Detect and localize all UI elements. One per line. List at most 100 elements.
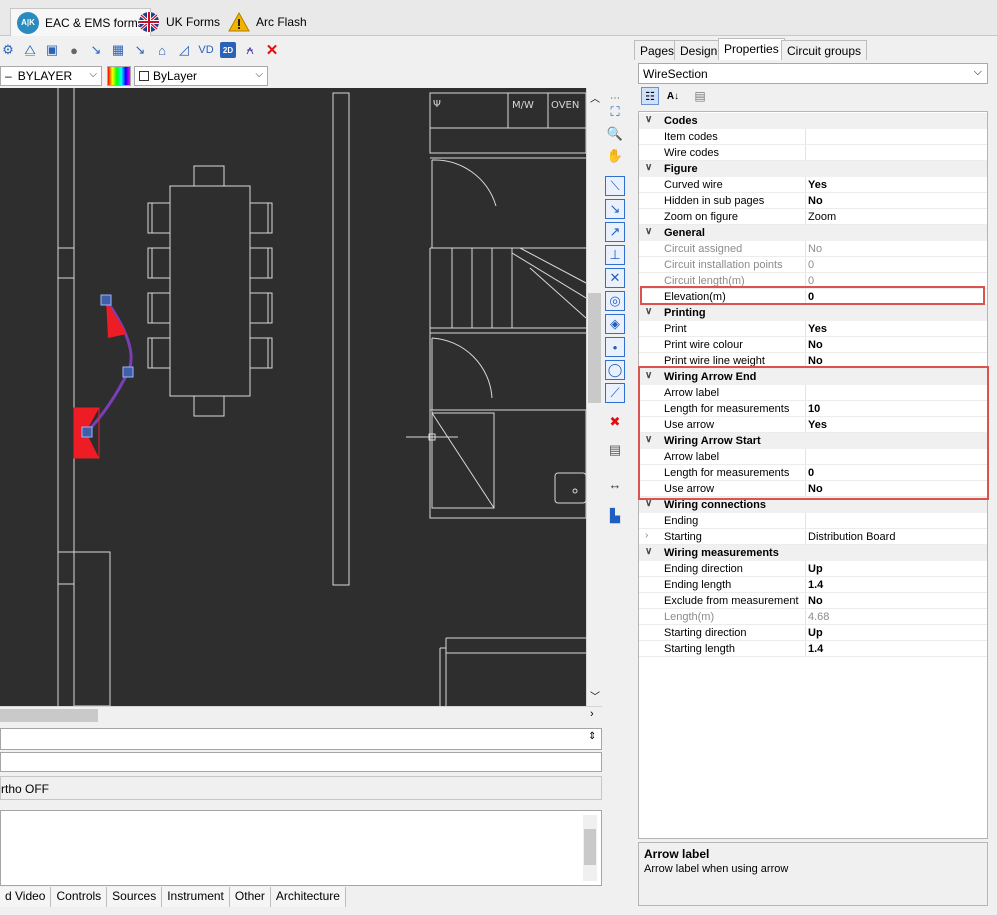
property-value[interactable]: 10 [808,403,820,415]
pan-hand-icon[interactable]: ✋ [605,146,625,166]
chevron-right-icon[interactable]: › [590,708,594,720]
property-category[interactable]: ∨ Printing [639,305,987,321]
ruler-icon[interactable]: ▙ [605,506,625,526]
property-value[interactable]: No [808,339,823,351]
snap-endpoint-icon[interactable]: ⟍ [605,176,625,196]
linetype-dropdown[interactable]: ByLayer ⌵ [134,66,268,86]
palette-scrollbar[interactable] [583,815,597,881]
chevron-down-icon[interactable]: ∨ [645,226,652,237]
property-row[interactable]: Starting direction Up [639,625,987,641]
property-category[interactable]: ∨ Wiring connections [639,497,987,513]
image-icon[interactable]: ▣ [44,42,60,58]
network-icon[interactable]: ⍲ [242,42,258,58]
property-value[interactable]: Up [808,563,823,575]
property-row[interactable]: Use arrow No [639,481,987,497]
chevron-up-icon[interactable]: ︿ [590,90,600,105]
property-category[interactable]: ∨ Figure [639,161,987,177]
property-row[interactable]: Ending [639,513,987,529]
property-row[interactable]: Circuit installation points 0 [639,257,987,273]
zoom-extents-icon[interactable]: ⛶ [605,102,625,122]
palette-tab[interactable]: Sources [107,887,163,907]
clear-snaps-icon[interactable]: ✖ [605,412,625,432]
property-value[interactable]: 0 [808,259,814,271]
snap-tangent-icon[interactable]: ◯ [605,360,625,380]
layer-dropdown[interactable]: – BYLAYER ⌵ [0,66,102,86]
property-row[interactable]: Print wire colour No [639,337,987,353]
pin-icon[interactable]: ↘ [88,42,104,58]
property-row[interactable]: Length for measurements 0 [639,465,987,481]
palette-tab[interactable]: Instrument [162,887,230,907]
snap-intersection-icon[interactable]: ✕ [605,268,625,288]
property-row[interactable]: Length for measurements 10 [639,401,987,417]
property-value[interactable]: 4.68 [808,611,829,623]
property-category[interactable]: ∨ Wiring Arrow End [639,369,987,385]
property-value[interactable]: 0 [808,275,814,287]
property-category[interactable]: ∨ General [639,225,987,241]
delete-icon[interactable]: ✕ [264,42,280,59]
property-value[interactable]: Yes [808,419,827,431]
tree-icon[interactable]: ⧋ [22,42,38,58]
palette-tab[interactable]: Architecture [270,887,346,907]
color-picker-icon[interactable] [107,66,131,86]
chevron-down-icon[interactable]: ∨ [645,306,652,317]
selected-wire[interactable] [73,294,134,459]
property-value[interactable]: Yes [808,323,827,335]
property-value[interactable]: 1.4 [808,579,823,591]
property-value[interactable]: No [808,595,823,607]
ribbon-tab-uk-forms[interactable]: UK Forms [132,8,226,36]
property-row[interactable]: Length(m) 4.68 [639,609,987,625]
spin-arrows-icon[interactable]: ⇕ [588,731,596,742]
line-icon[interactable]: ↘ [132,42,148,58]
grid-settings-icon[interactable]: ▤ [605,440,625,460]
property-row[interactable]: › Starting Distribution Board [639,529,987,545]
ortho-status[interactable]: rtho OFF [1,782,49,796]
property-row[interactable]: Item codes [639,129,987,145]
palette-tab[interactable]: d Video [0,887,52,907]
property-value[interactable]: Distribution Board [808,531,895,543]
property-value[interactable]: Zoom [808,211,836,223]
snap-node-icon[interactable]: • [605,337,625,357]
property-row[interactable]: Starting length 1.4 [639,641,987,657]
property-pages-icon[interactable]: ▤ [691,87,709,105]
scroll-thumb[interactable] [584,829,596,865]
chevron-down-icon[interactable]: ∨ [645,162,652,173]
property-value[interactable]: No [808,243,822,255]
zoom-icon[interactable]: 🔍 [605,124,625,144]
chevron-down-icon[interactable]: ∨ [645,498,652,509]
property-row[interactable]: Print wire line weight No [639,353,987,369]
property-row[interactable]: Use arrow Yes [639,417,987,433]
palette-tab[interactable]: Other [229,887,271,907]
property-value[interactable]: Yes [808,179,827,191]
chevron-down-icon[interactable]: ∨ [645,370,652,381]
property-value[interactable]: 1.4 [808,643,823,655]
scroll-thumb[interactable] [0,709,98,722]
measure-icon[interactable]: ↔ [605,474,625,494]
property-row[interactable]: Exclude from measurement No [639,593,987,609]
property-row[interactable]: Ending direction Up [639,561,987,577]
property-row[interactable]: Circuit length(m) 0 [639,273,987,289]
chevron-right-icon[interactable]: › [645,530,648,541]
property-value[interactable]: No [808,355,823,367]
tab-design[interactable]: Design [674,40,724,60]
chevron-down-icon[interactable]: ﹀ [590,688,600,703]
property-row[interactable]: Print Yes [639,321,987,337]
grid-icon[interactable]: ▦ [110,42,126,58]
property-row[interactable]: Circuit assigned No [639,241,987,257]
vd-icon[interactable]: VD [198,42,214,58]
property-row[interactable]: Wire codes [639,145,987,161]
snap-nearest-icon[interactable]: ↗ [605,222,625,242]
scroll-thumb[interactable] [588,293,601,403]
tab-properties[interactable]: Properties [718,38,785,60]
object-selector[interactable]: WireSection ⌵ [638,63,988,84]
property-row[interactable]: Arrow label [639,449,987,465]
slope-icon[interactable]: ◿ [176,42,192,58]
property-row[interactable]: Arrow label [639,385,987,401]
ribbon-tab-arc-flash[interactable]: Arc Flash [222,8,313,36]
property-row[interactable]: Curved wire Yes [639,177,987,193]
snap-center-icon[interactable]: ◎ [605,291,625,311]
command-input[interactable] [0,752,602,772]
property-category[interactable]: ∨ Wiring measurements [639,545,987,561]
palette-tab[interactable]: Controls [51,887,108,907]
vertical-scrollbar[interactable]: ︿ ﹀ [586,88,602,706]
property-value[interactable]: Up [808,627,823,639]
